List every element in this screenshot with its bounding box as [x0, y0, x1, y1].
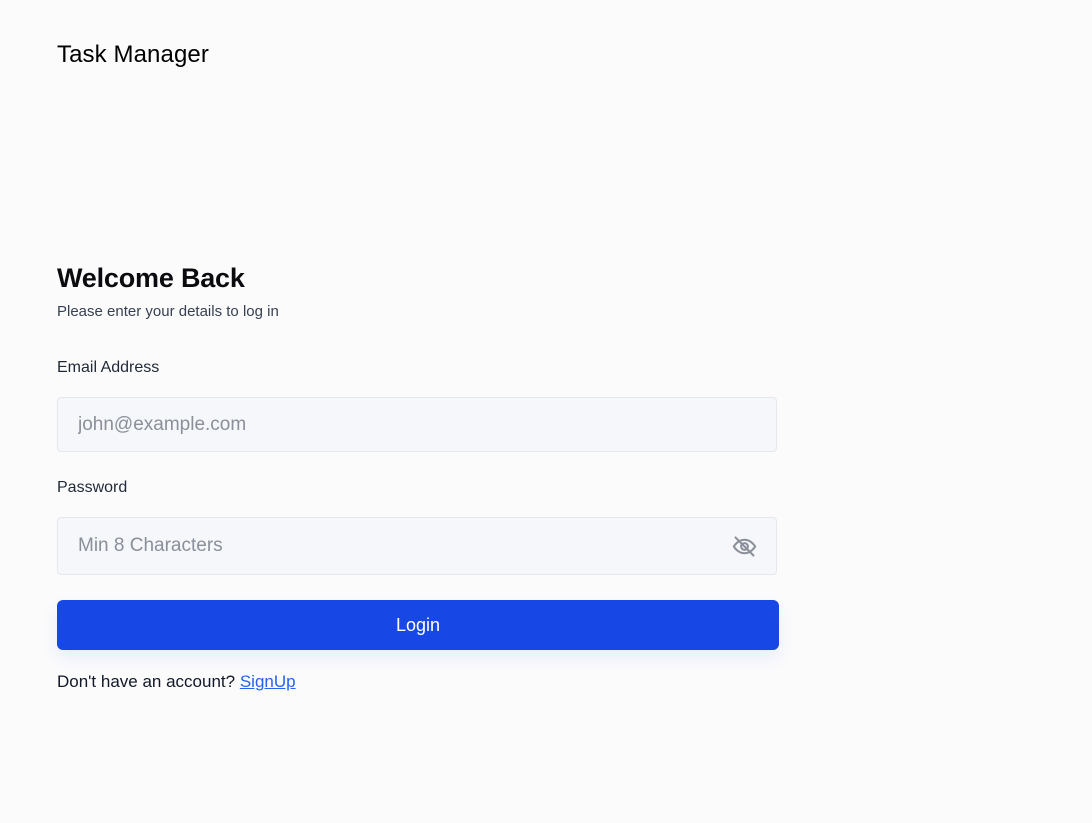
eye-off-icon[interactable] [729, 531, 759, 561]
password-field[interactable] [57, 517, 777, 575]
app-title: Task Manager [57, 41, 209, 68]
email-label: Email Address [57, 359, 160, 376]
welcome-heading: Welcome Back [57, 263, 245, 293]
email-input[interactable] [58, 398, 776, 451]
login-button[interactable]: Login [57, 600, 779, 650]
signup-prompt: Don't have an account? [57, 672, 240, 691]
login-card: Welcome Back Please enter your details t… [57, 262, 779, 693]
password-label: Password [57, 479, 128, 496]
email-field[interactable] [57, 397, 777, 452]
signup-link[interactable]: SignUp [240, 672, 296, 691]
signup-row: Don't have an account? SignUp [57, 671, 779, 693]
password-input[interactable] [58, 518, 776, 574]
login-subheading: Please enter your details to log in [57, 303, 279, 320]
